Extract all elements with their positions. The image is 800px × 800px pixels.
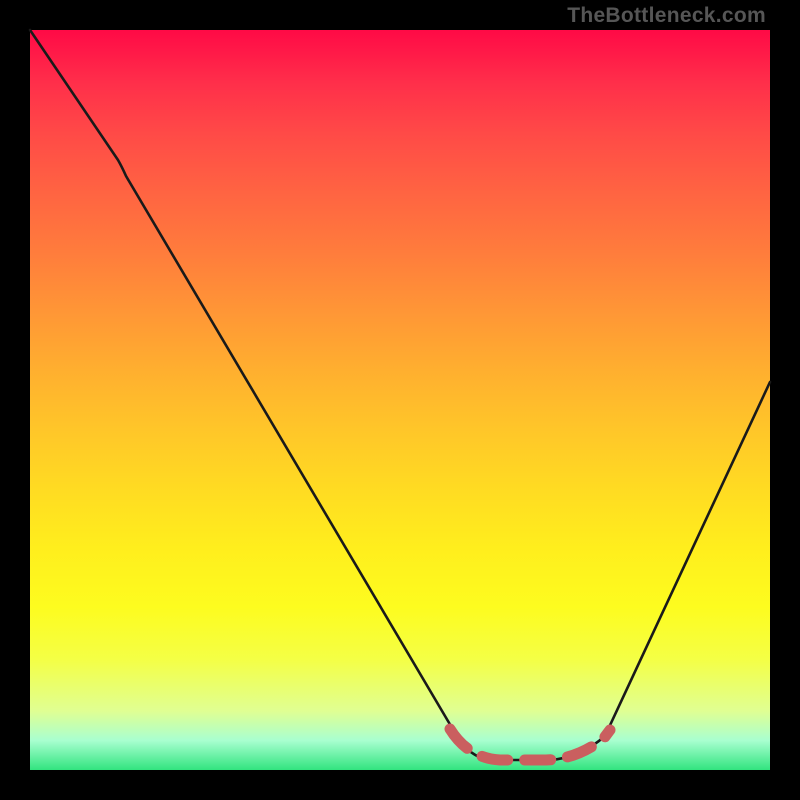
plot-area <box>30 30 770 770</box>
bottleneck-curve <box>30 30 770 760</box>
line-plot <box>30 30 770 770</box>
chart-frame: TheBottleneck.com <box>0 0 800 800</box>
watermark-text: TheBottleneck.com <box>567 4 766 28</box>
